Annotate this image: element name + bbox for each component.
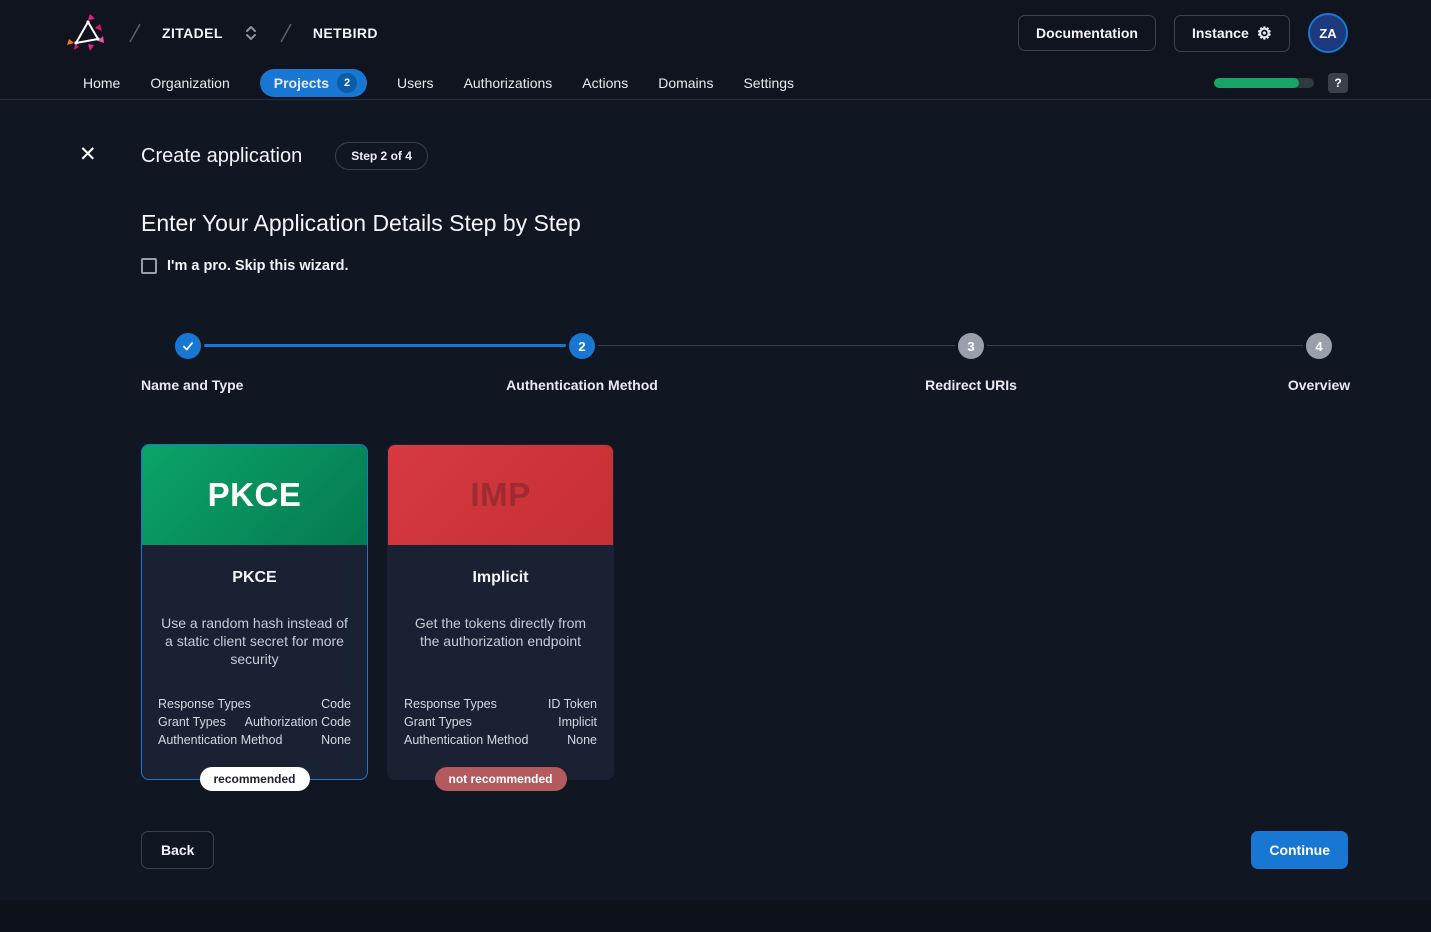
row-value: Authorization Code	[245, 713, 351, 731]
breadcrumb-slash-icon	[122, 20, 148, 46]
row-label: Authentication Method	[158, 731, 282, 749]
nav-item-projects-label: Projects	[274, 75, 329, 91]
top-bar: ZITADEL NETBIRD Documentation Instance ⚙…	[0, 0, 1431, 66]
main-nav: Home Organization Projects 2 Users Autho…	[0, 66, 1431, 100]
implicit-card-description: Get the tokens directly from the authori…	[404, 615, 597, 651]
wizard-actions: Back Continue	[141, 831, 1348, 869]
recommended-badge: recommended	[199, 767, 309, 791]
row-label: Response Types	[404, 695, 497, 713]
implicit-response-types-row: Response Types ID Token	[404, 695, 597, 713]
stepper-line	[987, 345, 1303, 346]
stepper-line	[598, 345, 955, 346]
create-application-wizard: Create application Step 2 of 4 Enter You…	[0, 100, 1431, 869]
nav-item-actions[interactable]: Actions	[582, 71, 628, 95]
step-4-number: 4	[1315, 339, 1322, 354]
wizard-stepper: 2 3 4 Name and Type Authentication Metho…	[141, 333, 1349, 395]
step-2-circle[interactable]: 2	[569, 333, 595, 359]
back-button[interactable]: Back	[141, 831, 214, 869]
pkce-response-types-row: Response Types Code	[158, 695, 351, 713]
documentation-label: Documentation	[1036, 25, 1138, 41]
page-title: Create application	[141, 145, 302, 168]
row-value: Code	[321, 695, 351, 713]
step-3-label: Redirect URIs	[925, 377, 1017, 393]
implicit-card-abbr: IMP	[470, 476, 530, 514]
quota-progress-fill	[1214, 78, 1299, 88]
implicit-auth-method-row: Authentication Method None	[404, 731, 597, 749]
nav-item-projects[interactable]: Projects 2	[260, 69, 367, 97]
avatar-initials: ZA	[1319, 26, 1336, 41]
gear-icon: ⚙	[1257, 25, 1272, 42]
quota-progress-bar	[1214, 78, 1314, 88]
org-selector-label[interactable]: ZITADEL	[162, 25, 223, 41]
unfold-icon[interactable]	[243, 24, 259, 42]
close-icon[interactable]: ✕	[79, 144, 97, 165]
nav-item-home[interactable]: Home	[83, 71, 120, 95]
stepper-line-done	[204, 344, 566, 347]
implicit-card-title: Implicit	[404, 569, 597, 587]
zitadel-logo-icon[interactable]	[66, 12, 108, 54]
pkce-card-description: Use a random hash instead of a static cl…	[158, 615, 351, 669]
nav-item-settings[interactable]: Settings	[743, 71, 794, 95]
help-icon[interactable]: ?	[1328, 73, 1348, 93]
nav-item-organization[interactable]: Organization	[150, 71, 229, 95]
skip-wizard-label: I'm a pro. Skip this wizard.	[167, 258, 349, 274]
pkce-card-title: PKCE	[158, 569, 351, 587]
auth-method-cards: PKCE PKCE Use a random hash instead of a…	[141, 444, 1348, 780]
implicit-grant-types-row: Grant Types Implicit	[404, 713, 597, 731]
step-1-circle[interactable]	[175, 333, 201, 359]
continue-button[interactable]: Continue	[1251, 831, 1348, 869]
nav-item-domains[interactable]: Domains	[658, 71, 713, 95]
step-1-label: Name and Type	[141, 377, 243, 393]
breadcrumb-slash-icon	[273, 20, 299, 46]
breadcrumb-project: NETBIRD	[313, 25, 378, 41]
step-3-number: 3	[967, 339, 974, 354]
check-icon	[181, 339, 195, 353]
instance-button[interactable]: Instance ⚙	[1174, 15, 1290, 52]
row-value: Implicit	[558, 713, 597, 731]
skip-wizard-checkbox[interactable]	[141, 258, 157, 274]
step-3-circle[interactable]: 3	[958, 333, 984, 359]
avatar[interactable]: ZA	[1308, 13, 1348, 53]
not-recommended-badge: not recommended	[434, 767, 566, 791]
pkce-card-abbr: PKCE	[208, 476, 302, 514]
documentation-button[interactable]: Documentation	[1018, 15, 1156, 51]
step-badge: Step 2 of 4	[335, 142, 428, 170]
breadcrumb: ZITADEL NETBIRD	[66, 12, 378, 54]
nav-item-users[interactable]: Users	[397, 71, 434, 95]
implicit-card-header: IMP	[388, 445, 613, 545]
row-label: Grant Types	[404, 713, 472, 731]
pkce-card-header: PKCE	[142, 445, 367, 545]
row-label: Grant Types	[158, 713, 226, 731]
page-footer	[0, 900, 1431, 932]
pkce-auth-method-row: Authentication Method None	[158, 731, 351, 749]
pkce-grant-types-row: Grant Types Authorization Code	[158, 713, 351, 731]
row-value: ID Token	[548, 695, 597, 713]
step-4-label: Overview	[1288, 377, 1350, 393]
auth-method-card-implicit[interactable]: IMP Implicit Get the tokens directly fro…	[387, 444, 614, 780]
skip-wizard-option[interactable]: I'm a pro. Skip this wizard.	[141, 258, 1348, 274]
step-2-label: Authentication Method	[506, 377, 658, 393]
step-4-circle[interactable]: 4	[1306, 333, 1332, 359]
auth-method-card-pkce[interactable]: PKCE PKCE Use a random hash instead of a…	[141, 444, 368, 780]
wizard-heading: Enter Your Application Details Step by S…	[141, 210, 1348, 237]
row-value: None	[567, 731, 597, 749]
row-value: None	[321, 731, 351, 749]
step-2-number: 2	[578, 339, 585, 354]
row-label: Authentication Method	[404, 731, 528, 749]
row-label: Response Types	[158, 695, 251, 713]
projects-count-badge: 2	[337, 73, 357, 93]
nav-item-authorizations[interactable]: Authorizations	[464, 71, 553, 95]
instance-label: Instance	[1192, 25, 1249, 41]
